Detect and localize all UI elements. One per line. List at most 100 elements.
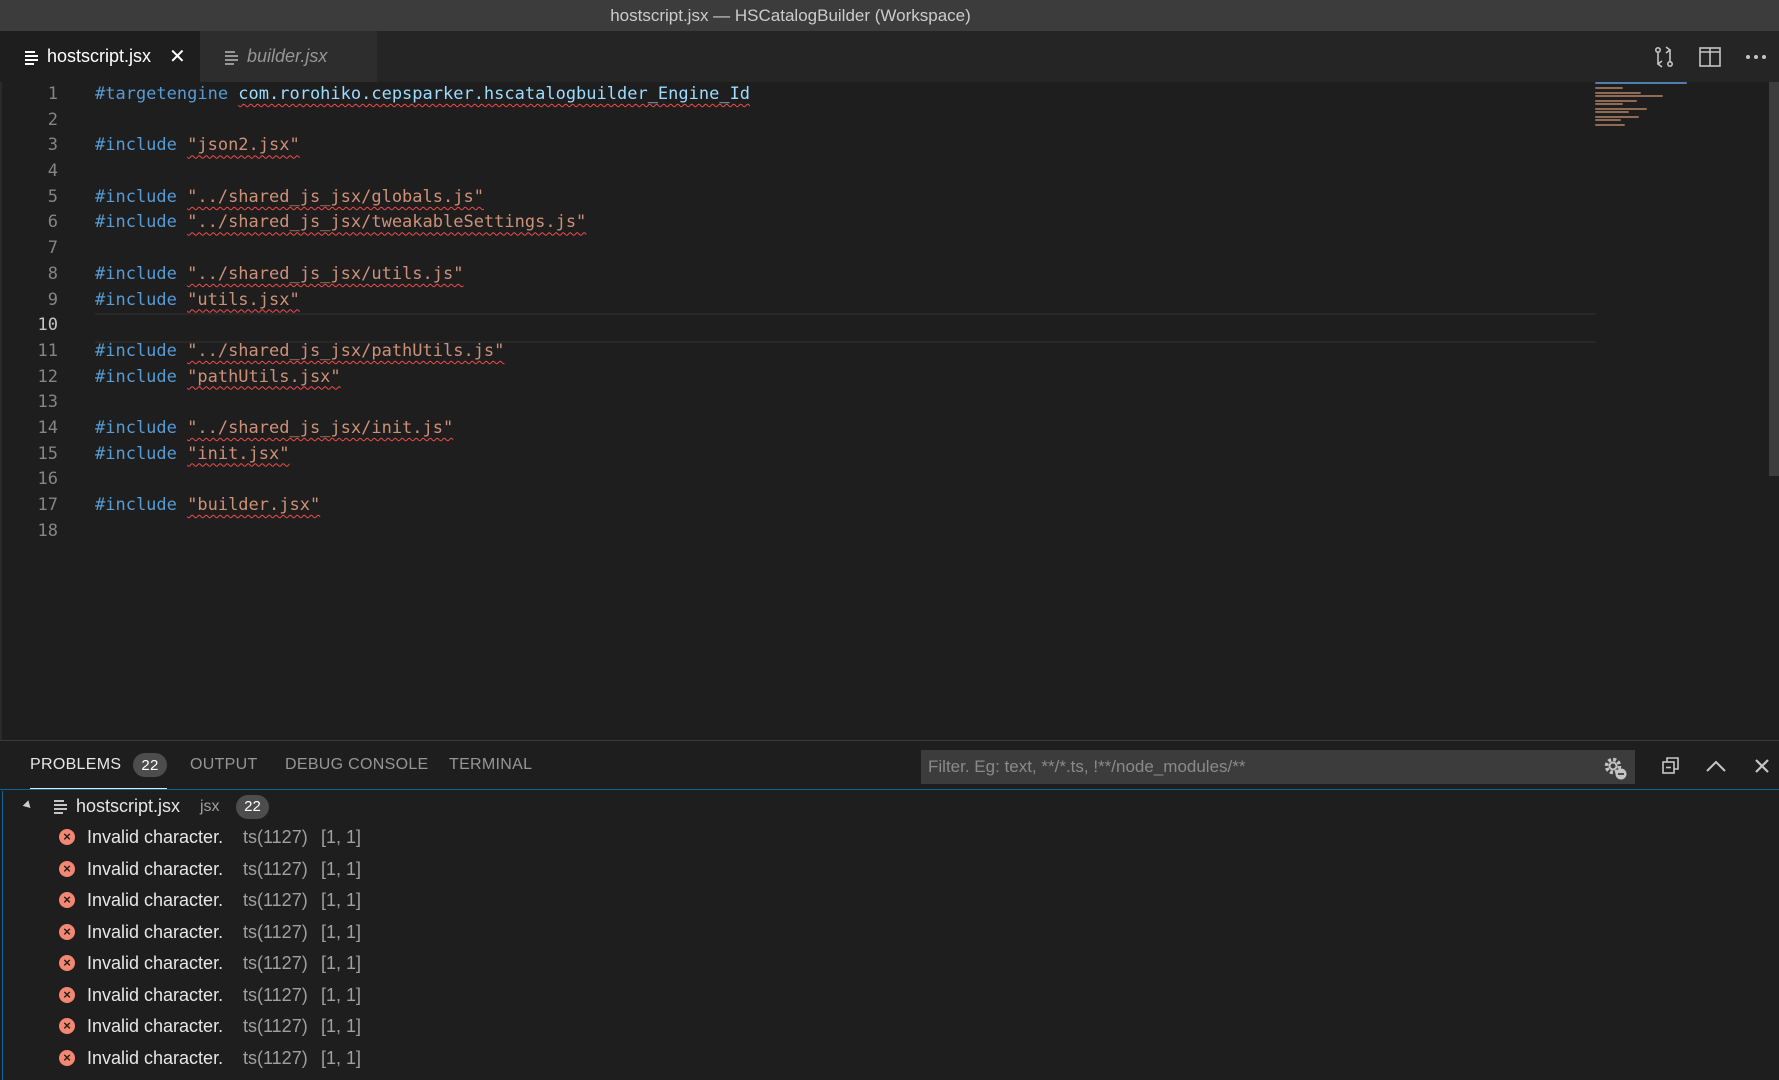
directive-token: #include bbox=[95, 443, 188, 464]
error-icon: × bbox=[59, 986, 75, 1003]
string-token: "../shared_js_jsx/tweakableSettings.js" bbox=[187, 212, 587, 233]
string-token: "init.jsx" bbox=[187, 443, 290, 464]
problem-row[interactable]: × Invalid character. ts(1127) [1, 1] bbox=[0, 854, 1779, 886]
error-icon: × bbox=[59, 955, 75, 971]
tab-label: hostscript.jsx bbox=[47, 46, 152, 66]
problem-file-ext: jsx bbox=[200, 797, 220, 815]
code-line[interactable]: 2 bbox=[0, 108, 1600, 134]
line-number: 15 bbox=[37, 443, 58, 464]
code-editor[interactable]: 1 #targetengine com.rorohiko.cepsparker.h… bbox=[0, 82, 1779, 740]
code-line[interactable]: 7 bbox=[0, 236, 1600, 262]
editor-scrollbar[interactable] bbox=[1767, 82, 1779, 740]
code-line[interactable]: 17 #include "builder.jsx" bbox=[0, 493, 1600, 519]
code-line[interactable]: 5 #include "../shared_js_jsx/globals.js" bbox=[0, 185, 1600, 211]
split-editor-icon[interactable] bbox=[1687, 31, 1733, 82]
string-token: "builder.jsx" bbox=[187, 495, 321, 515]
problem-message: Invalid character. bbox=[87, 890, 224, 911]
problem-row[interactable]: × Invalid character. ts(1127) [1, 1] bbox=[0, 1011, 1779, 1043]
string-token: "../shared_js_jsx/globals.js" bbox=[187, 186, 484, 207]
string-token: "../shared_js_jsx/pathUtils.js" bbox=[187, 340, 505, 361]
code-line[interactable]: 15 #include "init.jsx" bbox=[0, 442, 1600, 468]
code-line[interactable]: 10 bbox=[0, 313, 1600, 343]
error-icon: × bbox=[59, 923, 75, 940]
tab-debug-console[interactable]: DEBUG CONSOLE bbox=[285, 741, 429, 789]
code-line[interactable]: 4 bbox=[0, 159, 1600, 185]
close-panel-icon[interactable] bbox=[1742, 748, 1779, 784]
error-icon: × bbox=[59, 829, 75, 845]
tab-terminal[interactable]: TERMINAL bbox=[449, 741, 532, 789]
tab-label: OUTPUT bbox=[190, 756, 258, 773]
string-token: "../shared_js_jsx/utils.js" bbox=[187, 263, 464, 284]
problem-source: ts(1127) bbox=[243, 984, 308, 1005]
directive-token: #include bbox=[95, 366, 188, 387]
code-line[interactable]: 18 bbox=[0, 519, 1600, 545]
file-lines-icon bbox=[25, 50, 38, 65]
code-line[interactable]: 13 bbox=[0, 390, 1600, 416]
problem-message: Invalid character. bbox=[87, 1047, 224, 1068]
line-number: 1 bbox=[47, 84, 58, 104]
problem-row[interactable]: × Invalid character. ts(1127) [1, 1] bbox=[0, 1043, 1779, 1075]
tab-output[interactable]: OUTPUT bbox=[190, 741, 258, 789]
directive-token: #include bbox=[95, 495, 188, 515]
problem-source: ts(1127) bbox=[243, 858, 308, 879]
chevron-down-icon[interactable] bbox=[22, 800, 34, 811]
code-line[interactable]: 8 #include "../shared_js_jsx/utils.js" bbox=[0, 262, 1600, 288]
error-icon: × bbox=[59, 860, 75, 877]
problem-row[interactable]: × Invalid character. ts(1127) [1, 1] bbox=[0, 948, 1779, 980]
error-icon: × bbox=[59, 892, 75, 908]
code-line[interactable]: 6 #include "../shared_js_jsx/tweakableSet… bbox=[0, 210, 1600, 236]
problems-filter-input[interactable] bbox=[921, 750, 1635, 784]
minimap[interactable] bbox=[1595, 82, 1765, 142]
line-number: 17 bbox=[37, 495, 58, 515]
line-number: 4 bbox=[47, 161, 58, 182]
line-number: 2 bbox=[47, 109, 58, 130]
maximize-panel-icon[interactable] bbox=[1696, 748, 1736, 784]
directive-token: #include bbox=[95, 289, 188, 310]
close-tab-icon[interactable]: ✕ bbox=[169, 44, 186, 69]
problem-row[interactable]: × Invalid character. ts(1127) [1, 1] bbox=[0, 917, 1779, 949]
problem-message: Invalid character. bbox=[87, 921, 224, 942]
problems-file-row[interactable]: hostscript.jsx jsx 22 bbox=[0, 791, 1779, 822]
editor-tab-bar: hostscript.jsx ✕ builder.jsx bbox=[0, 31, 1779, 82]
line-code: #include "utils.jsx" bbox=[95, 288, 300, 314]
filter-settings-icon[interactable] bbox=[1602, 755, 1628, 781]
directive-token: #include bbox=[95, 212, 188, 233]
scrollbar-thumb[interactable] bbox=[1769, 82, 1779, 476]
problem-source: ts(1127) bbox=[243, 921, 308, 942]
code-line[interactable]: 16 bbox=[0, 467, 1600, 493]
tab-builder[interactable]: builder.jsx bbox=[200, 31, 377, 82]
file-problem-count-badge: 22 bbox=[236, 794, 269, 819]
string-token: "json2.jsx" bbox=[187, 135, 300, 156]
line-number: 9 bbox=[47, 289, 58, 310]
problem-row[interactable]: × Invalid character. ts(1127) [1, 1] bbox=[0, 980, 1779, 1012]
code-line[interactable]: 3 #include "json2.jsx" bbox=[0, 133, 1600, 159]
problem-position: [1, 1] bbox=[321, 953, 362, 974]
file-lines-icon bbox=[225, 50, 238, 65]
tab-label: TERMINAL bbox=[449, 756, 533, 773]
code-line[interactable]: 12 #include "pathUtils.jsx" bbox=[0, 365, 1600, 391]
problem-position: [1, 1] bbox=[321, 1047, 362, 1068]
tab-hostscript[interactable]: hostscript.jsx ✕ bbox=[0, 31, 200, 82]
line-number: 18 bbox=[37, 520, 58, 541]
tab-problems[interactable]: PROBLEMS 22 bbox=[30, 741, 167, 789]
error-icon: × bbox=[59, 1049, 75, 1066]
problem-message: Invalid character. bbox=[87, 1016, 224, 1037]
problem-row[interactable]: × Invalid character. ts(1127) [1, 1] bbox=[0, 885, 1779, 917]
code-lines: 1 #targetengine com.rorohiko.cepsparker.h… bbox=[0, 82, 1600, 544]
open-changes-icon[interactable] bbox=[1641, 31, 1687, 82]
code-line[interactable]: 11 #include "../shared_js_jsx/pathUtils.j… bbox=[0, 339, 1600, 365]
problem-source: ts(1127) bbox=[243, 890, 308, 911]
line-number: 11 bbox=[37, 340, 58, 361]
collapse-all-icon[interactable] bbox=[1651, 748, 1691, 784]
problem-row[interactable]: × Invalid character. ts(1127) [1, 1] bbox=[0, 822, 1779, 854]
more-actions-icon[interactable] bbox=[1733, 31, 1779, 82]
line-number: 5 bbox=[47, 186, 58, 207]
bottom-panel: PROBLEMS 22 OUTPUT DEBUG CONSOLE TERMINA… bbox=[0, 740, 1779, 1080]
code-line[interactable]: 1 #targetengine com.rorohiko.cepsparker.h… bbox=[0, 82, 1600, 108]
problem-source: ts(1127) bbox=[243, 827, 308, 848]
code-line[interactable]: 14 #include "../shared_js_jsx/init.js" bbox=[0, 416, 1600, 442]
code-line[interactable]: 9 #include "utils.jsx" bbox=[0, 288, 1600, 314]
identifier-token: com.rorohiko.cepsparker.hscatalogbuilder… bbox=[238, 84, 751, 104]
line-code: #include "init.jsx" bbox=[95, 442, 289, 468]
string-token: "../shared_js_jsx/init.js" bbox=[187, 417, 454, 438]
